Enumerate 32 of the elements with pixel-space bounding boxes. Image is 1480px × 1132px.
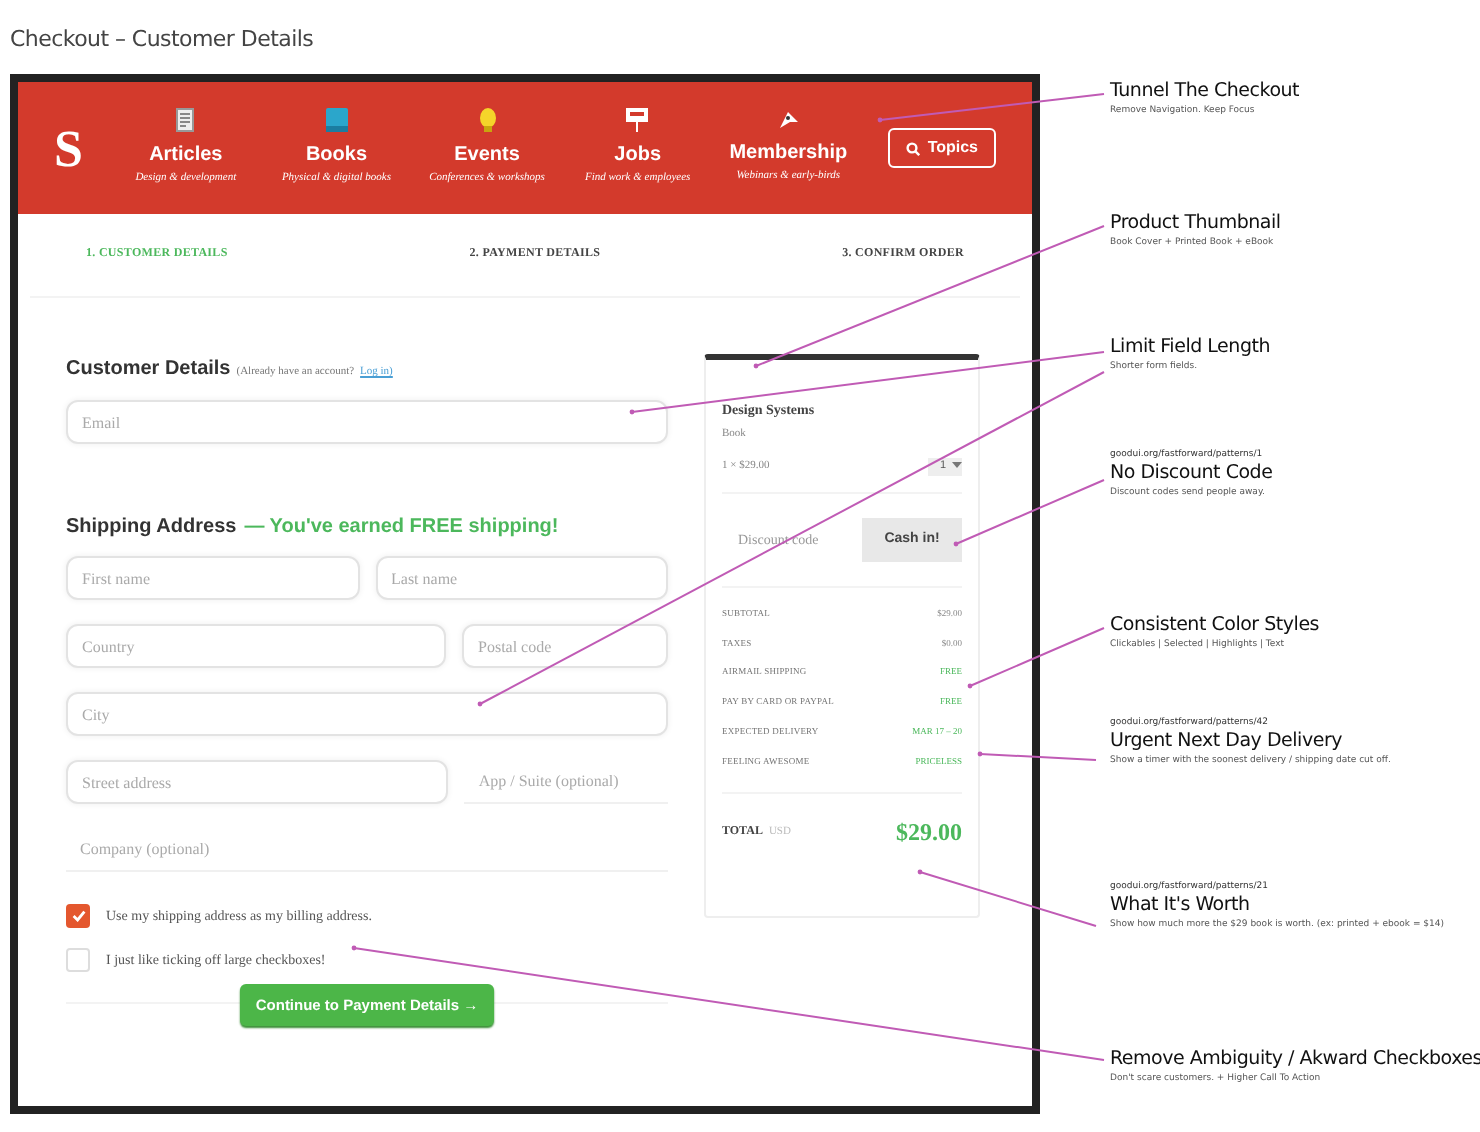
input-field[interactable]: First name bbox=[66, 556, 359, 600]
annotation-title: Limit Field Length bbox=[1110, 336, 1271, 360]
checkmark-icon bbox=[71, 910, 85, 922]
site-logo[interactable]: S bbox=[54, 109, 99, 187]
input-field[interactable]: City bbox=[66, 692, 668, 736]
checkbox[interactable] bbox=[66, 904, 90, 928]
annotation-title: Consistent Color Styles bbox=[1110, 614, 1320, 638]
input-field[interactable]: Street address bbox=[66, 760, 449, 804]
sign-icon bbox=[626, 108, 649, 133]
shipping-promo: — You've earned FREE shipping! bbox=[244, 514, 559, 542]
bird-icon bbox=[777, 110, 800, 131]
annotation-title: No Discount Code bbox=[1110, 462, 1273, 486]
annotation-title: Tunnel The Checkout bbox=[1110, 80, 1300, 104]
search-icon bbox=[905, 141, 920, 155]
document-icon bbox=[176, 108, 195, 133]
input-field[interactable]: Country bbox=[66, 624, 446, 668]
annotation-title: Product Thumbnail bbox=[1110, 212, 1281, 236]
section-heading: Shipping Address bbox=[66, 514, 237, 542]
annotation-title: What It's Worth bbox=[1110, 894, 1252, 918]
checkbox[interactable] bbox=[66, 948, 90, 972]
lightbulb-icon bbox=[479, 108, 496, 133]
annotation-title: Urgent Next Day Delivery bbox=[1110, 730, 1344, 754]
input-field[interactable]: Postal code bbox=[462, 624, 668, 668]
book-icon bbox=[325, 108, 348, 133]
caret-icon bbox=[952, 462, 962, 471]
input-field[interactable]: Email bbox=[66, 400, 668, 444]
page-title: Checkout – Customer Details bbox=[10, 24, 316, 56]
total-amount: $29.00 bbox=[896, 816, 962, 851]
leader-line bbox=[977, 751, 1097, 761]
topics-button[interactable]: Topics bbox=[887, 128, 996, 168]
input-field[interactable]: Last name bbox=[375, 556, 668, 600]
section-heading: Customer Details bbox=[66, 356, 231, 384]
